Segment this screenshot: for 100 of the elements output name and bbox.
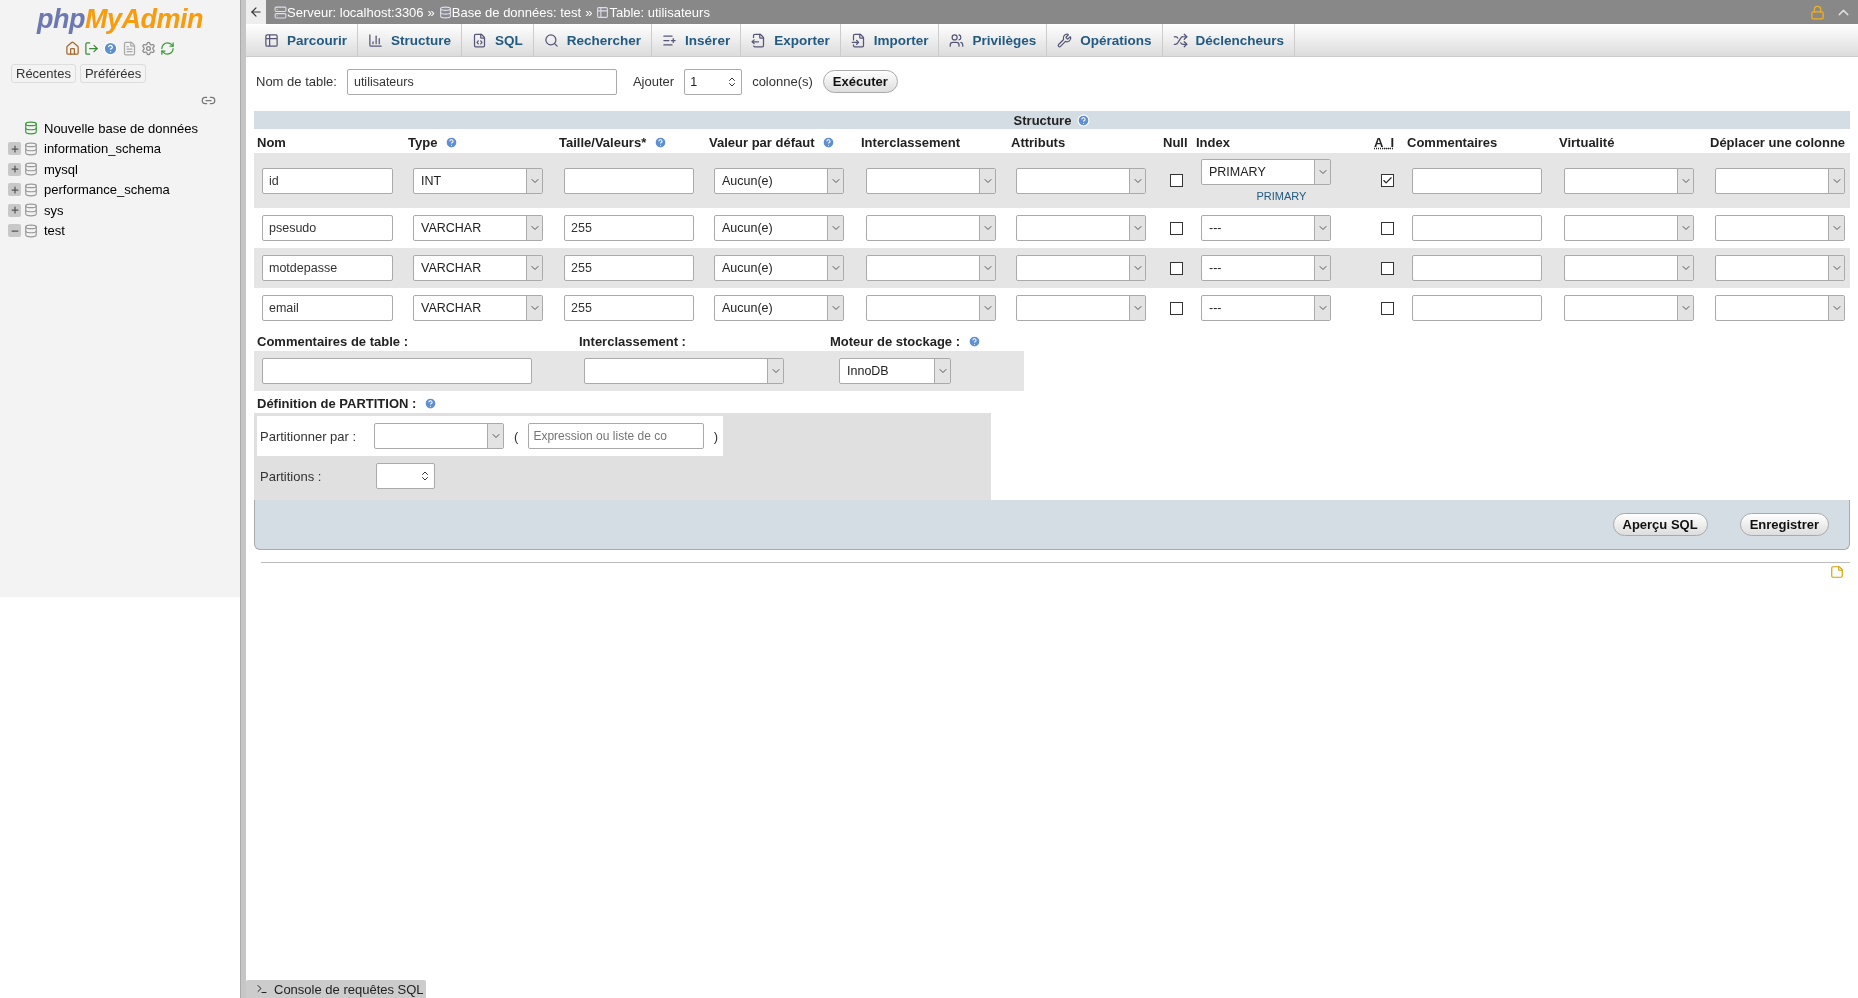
select-field[interactable] xyxy=(1016,167,1146,194)
tab[interactable]: Déclencheurs xyxy=(1162,24,1296,56)
spinner-arrows-icon[interactable] xyxy=(419,470,431,482)
input-field[interactable]: 255 xyxy=(564,295,694,321)
tab[interactable]: Opérations xyxy=(1047,24,1163,56)
help-icon[interactable] xyxy=(445,136,459,149)
tree-item[interactable]: test xyxy=(44,223,65,239)
help-icon[interactable] xyxy=(103,41,118,56)
select-field[interactable] xyxy=(866,255,996,281)
tab[interactable]: Structure xyxy=(358,24,463,56)
checkbox[interactable] xyxy=(1380,174,1394,187)
select-field[interactable] xyxy=(866,215,996,241)
new-database-icon[interactable] xyxy=(24,121,38,136)
input-field[interactable] xyxy=(1412,215,1542,241)
database-icon[interactable] xyxy=(24,162,38,177)
tab[interactable]: Privilèges xyxy=(939,24,1048,56)
database-icon[interactable] xyxy=(24,182,38,197)
help-icon[interactable] xyxy=(654,136,668,149)
tree-item[interactable]: sys xyxy=(44,202,64,218)
sidebar-tab[interactable]: Récentes xyxy=(11,64,76,83)
input-field[interactable] xyxy=(1412,255,1542,281)
input-field[interactable]: id xyxy=(262,167,393,194)
lock-icon[interactable] xyxy=(1810,4,1825,20)
database-icon[interactable] xyxy=(24,203,38,218)
select-field[interactable]: --- xyxy=(1201,215,1331,241)
execute-button[interactable]: Exécuter xyxy=(822,70,898,93)
select-field[interactable] xyxy=(1715,295,1845,321)
select-field[interactable]: INT xyxy=(413,167,543,194)
input-field[interactable]: email xyxy=(262,295,393,321)
select-field[interactable]: VARCHAR xyxy=(413,295,543,321)
back-button[interactable] xyxy=(246,0,266,24)
tree-item[interactable]: performance_schema xyxy=(44,182,170,198)
tab[interactable]: Exporter xyxy=(741,24,841,56)
select-field[interactable]: VARCHAR xyxy=(413,255,543,281)
select-field[interactable] xyxy=(584,358,784,384)
tab[interactable]: Rechercher xyxy=(533,24,653,56)
tree-item[interactable]: Nouvelle base de données xyxy=(44,120,198,136)
expand-icon[interactable] xyxy=(8,162,21,176)
document-icon[interactable] xyxy=(122,41,137,56)
console-tab[interactable]: Console de requêtes SQL xyxy=(246,980,426,998)
home-icon[interactable] xyxy=(65,41,80,56)
select-field[interactable] xyxy=(1715,215,1845,241)
database-icon[interactable] xyxy=(24,141,38,156)
select-field[interactable] xyxy=(1016,215,1146,241)
select-field[interactable]: Aucun(e) xyxy=(714,167,844,194)
help-icon[interactable] xyxy=(424,397,438,410)
select-field[interactable] xyxy=(374,423,505,449)
select-field[interactable]: PRIMARY xyxy=(1201,159,1331,185)
database-icon[interactable] xyxy=(24,223,38,238)
checkbox[interactable] xyxy=(1169,301,1183,315)
checkbox[interactable] xyxy=(1169,174,1183,187)
help-icon[interactable] xyxy=(968,335,982,348)
input-field[interactable]: psesudo xyxy=(262,215,393,241)
input-field[interactable]: Expression ou liste de co xyxy=(528,423,704,449)
select-field[interactable] xyxy=(1564,167,1694,194)
expand-icon[interactable] xyxy=(8,183,21,197)
exit-icon[interactable] xyxy=(84,41,99,56)
select-field[interactable] xyxy=(866,167,996,194)
checkbox[interactable] xyxy=(1380,261,1394,275)
table-name-field[interactable]: utilisateurs xyxy=(346,68,617,95)
breadcrumb-link[interactable]: Base de données: test xyxy=(451,4,582,20)
input-field[interactable] xyxy=(1412,167,1542,194)
number-field[interactable] xyxy=(376,463,435,489)
select-field[interactable] xyxy=(1564,295,1694,321)
input-field[interactable] xyxy=(262,358,532,384)
expand-icon[interactable] xyxy=(8,142,21,156)
select-field[interactable] xyxy=(1715,255,1845,281)
footer-button[interactable]: Aperçu SQL xyxy=(1612,513,1708,536)
settings-icon[interactable] xyxy=(141,41,156,56)
input-field[interactable] xyxy=(564,167,694,194)
checkbox[interactable] xyxy=(1380,221,1394,235)
input-field[interactable] xyxy=(1412,295,1542,321)
input-field[interactable]: 255 xyxy=(564,255,694,281)
refresh-icon[interactable] xyxy=(160,41,175,56)
collapse-icon[interactable] xyxy=(8,224,21,238)
footer-button[interactable]: Enregistrer xyxy=(1739,513,1829,536)
sidebar-tab[interactable]: Préférées xyxy=(79,64,147,83)
checkbox[interactable] xyxy=(1380,301,1394,315)
select-field[interactable]: VARCHAR xyxy=(413,215,543,241)
select-field[interactable] xyxy=(1016,295,1146,321)
select-field[interactable] xyxy=(1715,167,1845,194)
tab[interactable]: Importer xyxy=(840,24,940,56)
help-icon[interactable] xyxy=(822,136,836,149)
checkbox[interactable] xyxy=(1169,221,1183,235)
select-field[interactable]: InnoDB xyxy=(839,358,951,384)
expand-icon[interactable] xyxy=(8,203,21,217)
select-field[interactable] xyxy=(1564,255,1694,281)
tree-item[interactable]: mysql xyxy=(44,161,78,177)
breadcrumb-link[interactable]: Serveur: localhost:3306 xyxy=(287,4,424,20)
tab[interactable]: Insérer xyxy=(652,24,742,56)
help-icon[interactable] xyxy=(1077,113,1091,127)
select-field[interactable]: Aucun(e) xyxy=(714,215,844,241)
select-field[interactable] xyxy=(1016,255,1146,281)
number-field[interactable]: 1 xyxy=(684,68,743,95)
checkbox[interactable] xyxy=(1169,261,1183,275)
breadcrumb-link[interactable]: Table: utilisateurs xyxy=(609,4,710,20)
select-field[interactable] xyxy=(866,295,996,321)
tab[interactable]: SQL xyxy=(462,24,534,56)
input-field[interactable]: 255 xyxy=(564,215,694,241)
select-field[interactable]: Aucun(e) xyxy=(714,295,844,321)
